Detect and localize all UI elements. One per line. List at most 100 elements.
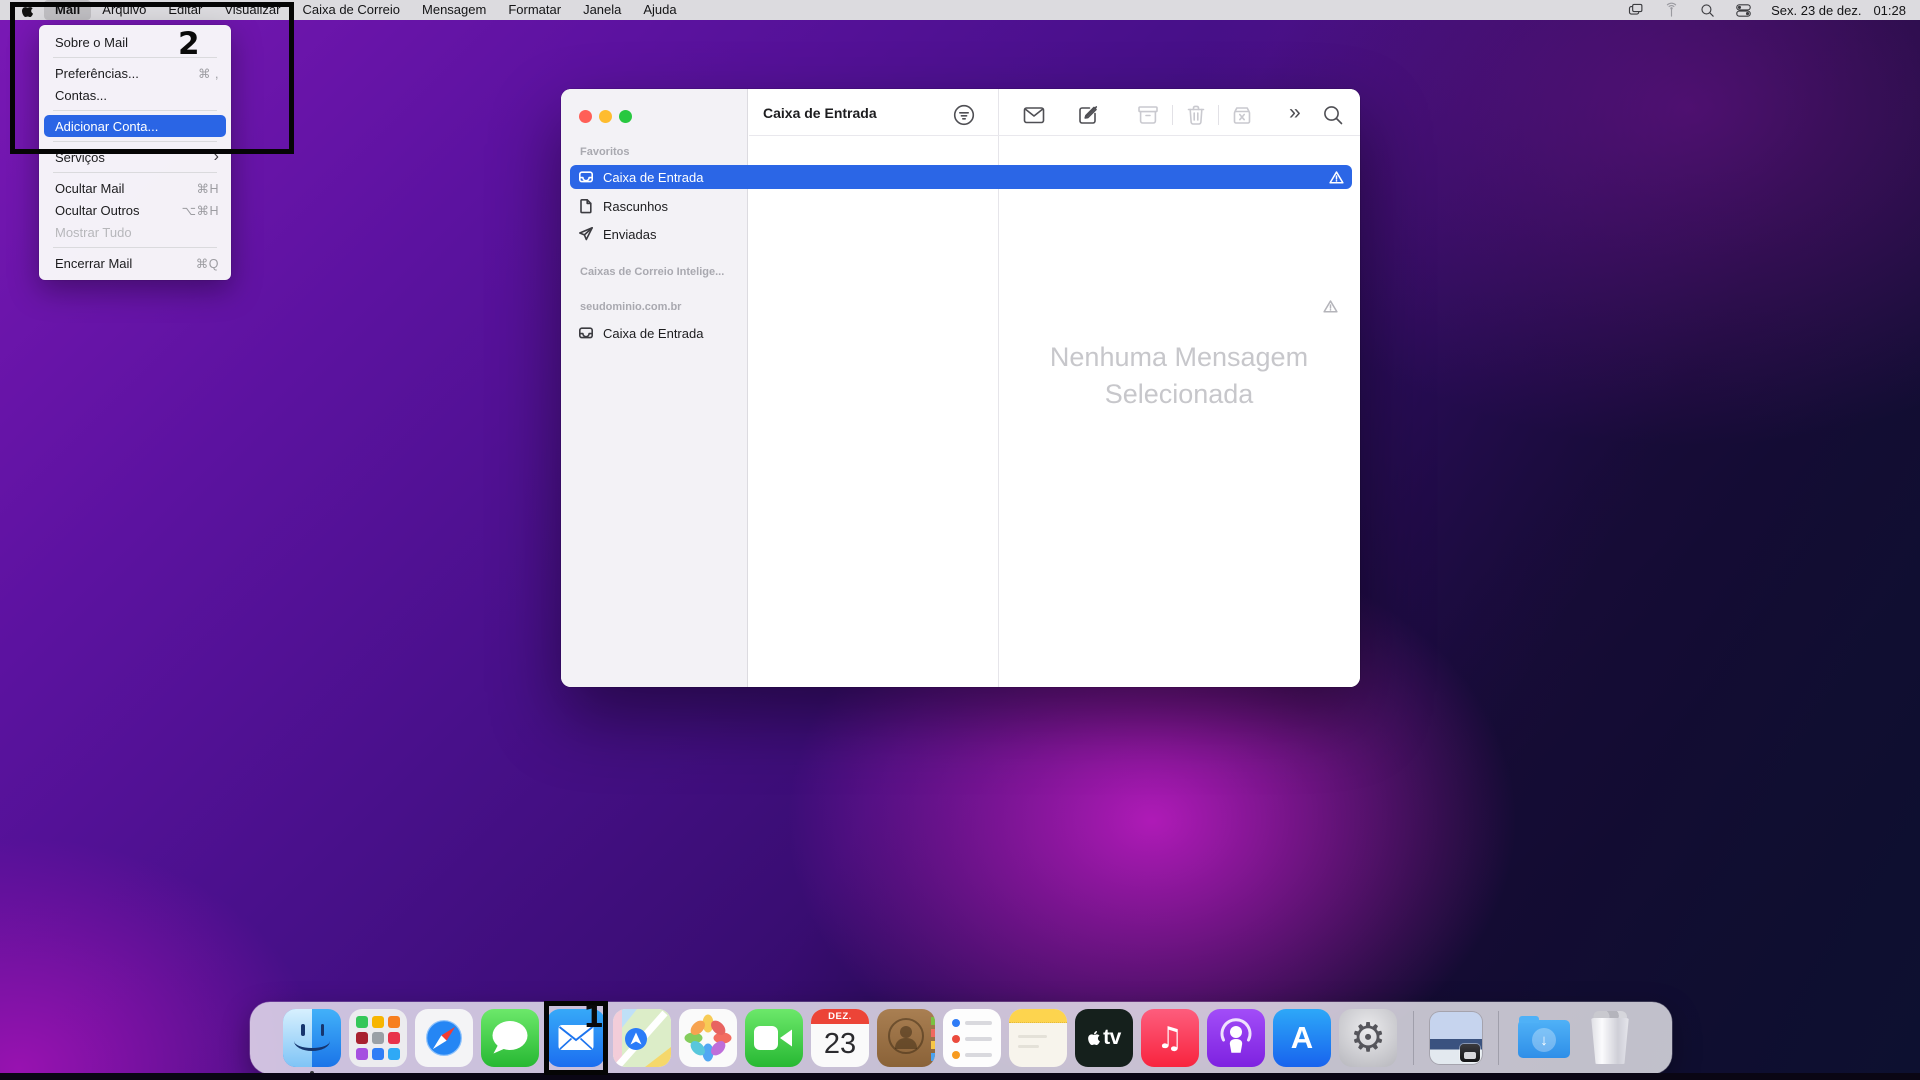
download-arrow-icon: ↓ — [1532, 1028, 1556, 1052]
menu-separator — [53, 110, 217, 111]
menubar-clock[interactable]: Sex. 23 de dez. 01:28 — [1771, 3, 1906, 18]
dock: 1 DEZ. 23 — [250, 1002, 1672, 1074]
dock-facetime-icon[interactable] — [745, 1009, 803, 1067]
sidebar-item-enviadas[interactable]: Enviadas — [570, 222, 1352, 246]
dock-safari-icon[interactable] — [415, 1009, 473, 1067]
menu-item-adicionar-conta[interactable]: Adicionar Conta... — [44, 115, 226, 137]
mail-menu-dropdown: Sobre o Mail Preferências...⌘ , Contas..… — [39, 25, 231, 280]
dock-mail-icon[interactable]: 1 — [547, 1009, 605, 1067]
menubar-item-editar[interactable]: Editar — [157, 0, 213, 20]
annotation-label-step2: 2 — [178, 26, 200, 62]
list-column-title: Caixa de Entrada — [763, 105, 877, 121]
menubar-date: Sex. 23 de dez. — [1771, 3, 1861, 18]
sidebar-section-favoritos: Favoritos — [580, 146, 630, 158]
archive-icon[interactable] — [1136, 103, 1160, 127]
menubar-status-area: Sex. 23 de dez. 01:28 — [1627, 2, 1920, 19]
dock-separator — [1498, 1011, 1499, 1065]
shortcut-label: ⌘Q — [196, 256, 219, 271]
menu-bar: Mail Arquivo Editar Visualizar Caixa de … — [0, 0, 1920, 20]
dock-maps-icon[interactable] — [613, 1009, 671, 1067]
dock-messages-icon[interactable] — [481, 1009, 539, 1067]
inbox-icon — [578, 325, 594, 341]
dock-calendar-icon[interactable]: DEZ. 23 — [811, 1009, 869, 1067]
draft-icon — [578, 198, 594, 214]
dock-music-icon[interactable] — [1141, 1009, 1199, 1067]
menubar-item-ajuda[interactable]: Ajuda — [632, 0, 687, 20]
menu-item-servicos[interactable]: Serviços› — [39, 146, 231, 168]
dock-launchpad-icon[interactable] — [349, 1009, 407, 1067]
junk-icon[interactable] — [1230, 103, 1254, 127]
dock-appstore-icon[interactable] — [1273, 1009, 1331, 1067]
calendar-day-label: 23 — [824, 1024, 856, 1064]
menu-item-sobre-o-mail[interactable]: Sobre o Mail — [39, 31, 231, 53]
control-center-icon[interactable] — [1735, 2, 1752, 19]
dock-finder-icon[interactable] — [283, 1009, 341, 1067]
sidebar-item-caixa-de-entrada[interactable]: Caixa de Entrada — [570, 165, 1352, 189]
menu-item-encerrar-mail[interactable]: Encerrar Mail⌘Q — [39, 252, 231, 274]
dock-reminders-icon[interactable] — [943, 1009, 1001, 1067]
menu-item-ocultar-mail[interactable]: Ocultar Mail⌘H — [39, 177, 231, 199]
dock-photos-icon[interactable] — [679, 1009, 737, 1067]
sent-icon — [578, 226, 594, 242]
warning-icon — [1323, 299, 1338, 314]
sidebar-item-rascunhos[interactable]: Rascunhos — [570, 194, 1352, 218]
appletv-label: tv — [1103, 1026, 1121, 1050]
menubar-item-janela[interactable]: Janela — [572, 0, 632, 20]
get-mail-icon[interactable] — [1022, 103, 1046, 127]
apple-menu[interactable] — [16, 3, 38, 18]
zoom-button[interactable] — [619, 110, 632, 123]
compose-icon[interactable] — [1076, 103, 1100, 127]
dock-minimized-window[interactable] — [1430, 1012, 1482, 1064]
menu-item-ocultar-outros[interactable]: Ocultar Outros⌥⌘H — [39, 199, 231, 221]
antenna-icon[interactable] — [1663, 2, 1680, 19]
apple-logo-icon — [21, 3, 34, 18]
trash-icon[interactable] — [1184, 103, 1208, 127]
preview-badge-icon — [1460, 1044, 1480, 1062]
warning-icon — [1329, 170, 1344, 185]
menubar-item-formatar[interactable]: Formatar — [497, 0, 572, 20]
search-icon[interactable] — [1321, 103, 1345, 127]
sidebar-section-smart-mailboxes: Caixas de Correio Intelige... — [580, 266, 724, 278]
dock-notes-icon[interactable] — [1009, 1009, 1067, 1067]
sidebar-section-account: seudominio.com.br — [580, 301, 681, 313]
close-button[interactable] — [579, 110, 592, 123]
window-controls — [579, 110, 632, 123]
dock-contacts-icon[interactable] — [877, 1009, 935, 1067]
inbox-icon — [578, 169, 594, 185]
menu-item-preferencias[interactable]: Preferências...⌘ , — [39, 62, 231, 84]
menu-separator — [53, 172, 217, 173]
minimize-button[interactable] — [599, 110, 612, 123]
menubar-item-caixa-de-correio[interactable]: Caixa de Correio — [291, 0, 411, 20]
toolbar-divider — [749, 135, 1360, 136]
dock-podcasts-icon[interactable] — [1207, 1009, 1265, 1067]
filter-icon[interactable] — [952, 103, 976, 127]
menubar-time: 01:28 — [1873, 3, 1906, 18]
dock-appletv-icon[interactable]: tv — [1075, 1009, 1133, 1067]
shortcut-label: ⌘ , — [198, 66, 219, 81]
spotlight-search-icon[interactable] — [1699, 2, 1716, 19]
menubar-item-mensagem[interactable]: Mensagem — [411, 0, 497, 20]
more-icon[interactable]: » — [1289, 101, 1299, 125]
annotation-label-step1: 1 — [583, 1000, 604, 1035]
shortcut-label: ⌘H — [196, 181, 219, 196]
calendar-month-label: DEZ. — [811, 1009, 869, 1024]
dock-system-preferences-icon[interactable] — [1339, 1009, 1397, 1067]
screen-bottom-edge — [0, 1073, 1920, 1080]
menubar-item-mail[interactable]: Mail — [44, 0, 91, 20]
toolbar-separator — [1172, 105, 1173, 125]
menubar-item-visualizar[interactable]: Visualizar — [213, 0, 291, 20]
menu-separator — [53, 247, 217, 248]
menu-item-contas[interactable]: Contas... — [39, 84, 231, 106]
dock-downloads-icon[interactable]: ↓ — [1515, 1009, 1573, 1067]
dock-separator — [1413, 1011, 1414, 1065]
toolbar-separator — [1218, 105, 1219, 125]
menubar-item-arquivo[interactable]: Arquivo — [91, 0, 157, 20]
mail-window: Caixa de Entrada » Favoritos — [561, 89, 1360, 687]
no-message-placeholder: Nenhuma Mensagem Selecionada — [998, 339, 1360, 413]
submenu-chevron-icon: › — [214, 149, 219, 165]
display-windows-icon[interactable] — [1627, 2, 1644, 19]
desktop: Mail Arquivo Editar Visualizar Caixa de … — [0, 0, 1920, 1080]
apple-logo-icon — [1087, 1030, 1101, 1046]
shortcut-label: ⌥⌘H — [182, 203, 219, 218]
dock-trash-icon[interactable] — [1581, 1009, 1639, 1067]
